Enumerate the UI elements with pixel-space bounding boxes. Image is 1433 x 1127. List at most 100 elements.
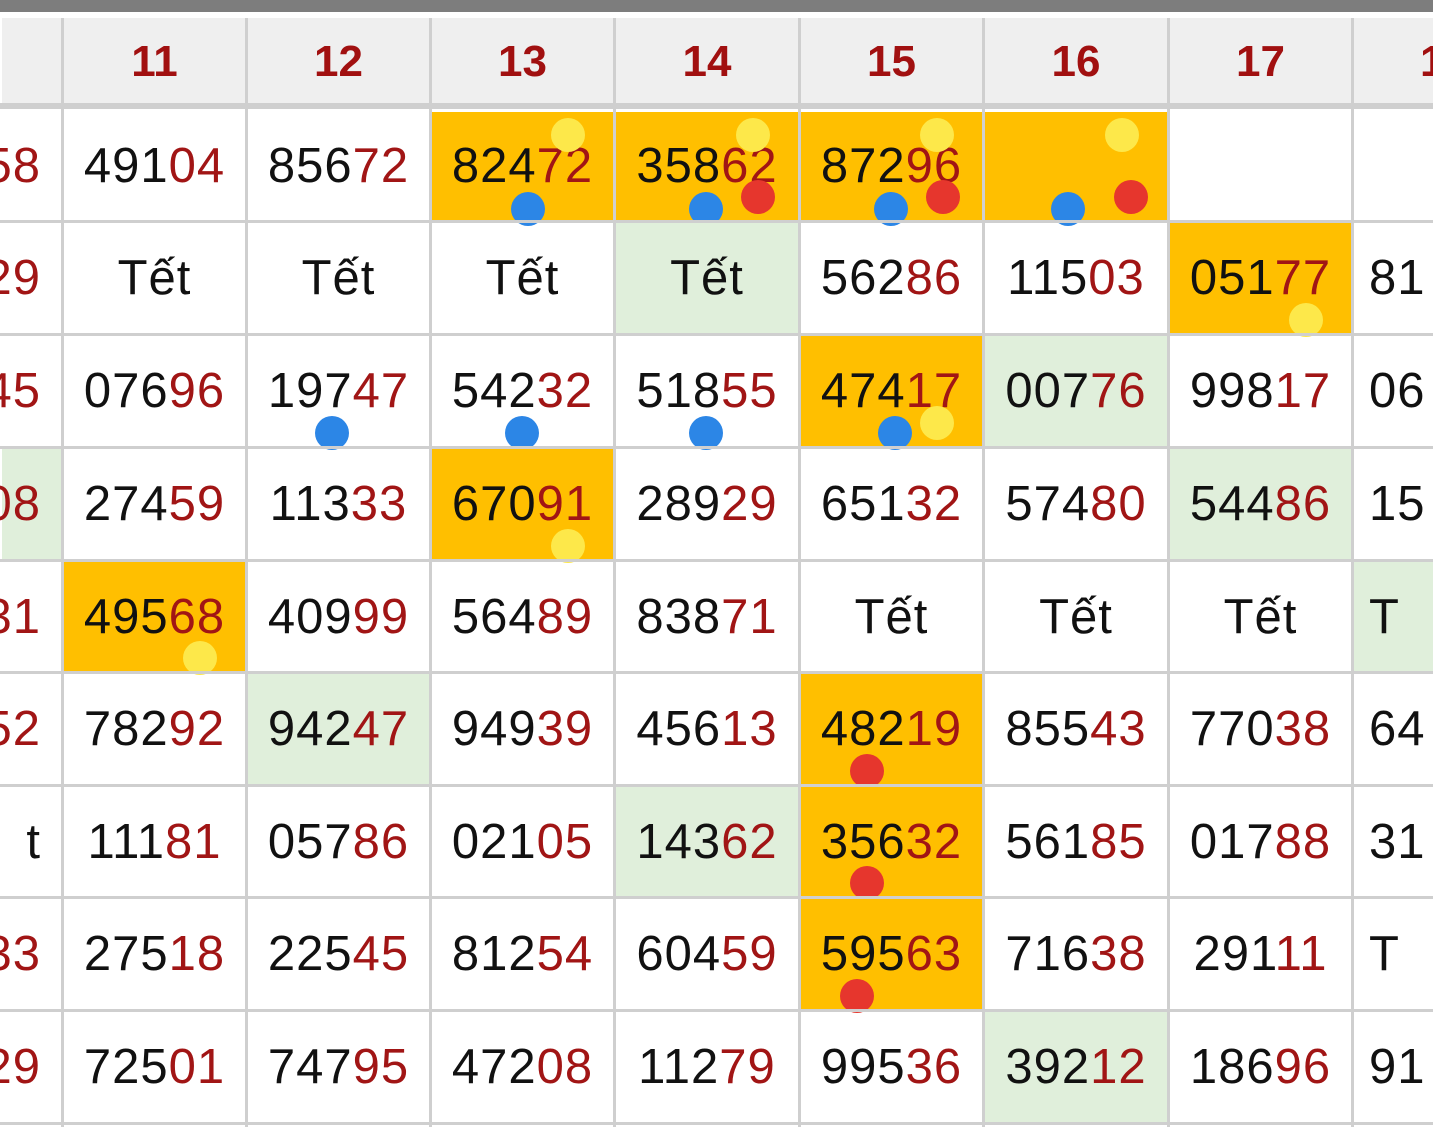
trailing-digits: 31 xyxy=(0,589,41,644)
result-number: 72501 xyxy=(84,1039,225,1095)
leading-digits: 856 xyxy=(267,139,353,193)
leading-digits: Tết xyxy=(301,251,376,305)
yellow-marker-dot xyxy=(920,118,954,152)
red-marker-dot xyxy=(741,180,775,214)
leading-digits: 998 xyxy=(1189,364,1275,418)
result-cell: 19747 xyxy=(248,336,429,450)
grid-line-vertical xyxy=(1167,18,1170,1127)
result-cell: 48219 xyxy=(801,674,982,788)
result-number: 33 xyxy=(0,926,41,982)
trailing-digits: 05 xyxy=(536,814,594,869)
result-cell: 49568 xyxy=(64,562,245,675)
column-header-label: 15 xyxy=(867,36,916,86)
result-number: Tết xyxy=(118,250,192,306)
trailing-digits: 29 xyxy=(0,1040,41,1094)
leading-digits: 197 xyxy=(267,364,353,418)
result-cell xyxy=(1354,112,1433,220)
grid-line-horizontal xyxy=(0,103,1433,109)
leading-digits: Tết xyxy=(854,589,929,644)
result-number: 65132 xyxy=(821,476,962,532)
result-number: 85543 xyxy=(1005,701,1146,757)
result-number: 01788 xyxy=(1190,814,1331,870)
leading-digits: 274 xyxy=(83,477,169,531)
result-cell: 14362 xyxy=(616,787,798,896)
yellow-marker-dot xyxy=(736,118,770,152)
trailing-digits: 86 xyxy=(1274,477,1332,531)
result-cell: Tết xyxy=(432,223,613,333)
red-marker-dot xyxy=(1114,180,1148,214)
column-header-3: 13 xyxy=(432,18,613,105)
result-number: 48219 xyxy=(821,701,962,757)
grid-line-horizontal xyxy=(0,1009,1433,1012)
trailing-digits: 33 xyxy=(350,477,408,531)
result-number: 11181 xyxy=(88,814,222,870)
leading-digits: 31 xyxy=(1369,814,1426,869)
result-number: 54232 xyxy=(452,363,593,419)
result-number: 83871 xyxy=(636,589,777,645)
result-cell: Tết xyxy=(64,223,245,333)
trailing-digits: 96 xyxy=(168,364,226,418)
leading-digits: 562 xyxy=(820,251,906,305)
trailing-digits: 32 xyxy=(905,477,963,531)
trailing-digits: 47 xyxy=(352,702,410,756)
result-cell: t xyxy=(2,787,61,896)
result-number: 81 xyxy=(1369,250,1426,306)
leading-digits: 007 xyxy=(1005,364,1091,418)
result-number: Tết xyxy=(670,250,744,306)
trailing-digits: 11 xyxy=(1274,927,1328,981)
result-number: 99536 xyxy=(821,1039,962,1095)
leading-digits: 186 xyxy=(1189,1040,1275,1094)
grid-line-horizontal xyxy=(0,220,1433,223)
result-number: T xyxy=(1369,926,1400,982)
result-number: t xyxy=(26,814,41,870)
trailing-digits: 96 xyxy=(1274,1040,1332,1094)
result-cell: 05177 xyxy=(1170,223,1351,337)
trailing-digits: 45 xyxy=(352,927,410,981)
leading-digits: 15 xyxy=(1369,477,1426,531)
yellow-marker-dot xyxy=(1289,303,1323,337)
leading-digits: Tết xyxy=(117,251,192,305)
result-cell: 07696 xyxy=(64,336,245,446)
result-cell: 31 xyxy=(0,562,61,671)
result-cell: 49104 xyxy=(64,112,245,220)
leading-digits: 782 xyxy=(83,702,169,756)
result-cell: T xyxy=(1354,562,1433,671)
leading-digits: 725 xyxy=(83,1040,169,1094)
leading-digits: Tết xyxy=(1223,589,1298,644)
result-cell: 99536 xyxy=(801,1012,982,1122)
leading-digits: 670 xyxy=(451,477,537,531)
result-cell: 82472 xyxy=(432,112,613,226)
grid-line-vertical xyxy=(245,18,248,1127)
result-number: 29111 xyxy=(1194,926,1328,982)
result-number: 05786 xyxy=(268,814,409,870)
result-cell: Tết xyxy=(616,223,798,333)
column-header-7: 17 xyxy=(1170,18,1351,105)
result-cell: 47208 xyxy=(432,1012,613,1122)
result-number: 02105 xyxy=(452,814,593,870)
result-cell: 85543 xyxy=(985,674,1167,784)
result-cell: 59563 xyxy=(801,899,982,1013)
result-number: 91 xyxy=(1369,1039,1426,1095)
result-number: 81254 xyxy=(452,926,593,982)
result-number: 56185 xyxy=(1005,814,1146,870)
result-cell: 05786 xyxy=(248,787,429,896)
leading-digits: Tết xyxy=(485,251,560,305)
result-number: Tết xyxy=(1224,589,1298,645)
column-header-label: 14 xyxy=(682,36,732,86)
result-number: Tết xyxy=(302,250,376,306)
leading-digits: 824 xyxy=(451,139,537,193)
result-cell: 81 xyxy=(1354,223,1433,333)
result-cell: 94247 xyxy=(248,674,429,784)
result-cell: 27518 xyxy=(64,899,245,1009)
red-marker-dot xyxy=(925,180,960,214)
result-number: 56489 xyxy=(452,589,593,645)
result-number: Tết xyxy=(855,589,929,645)
leading-digits: 076 xyxy=(83,364,169,418)
result-cell: 54486 xyxy=(1170,449,1351,559)
result-number: 29 xyxy=(0,1039,41,1095)
leading-digits: 482 xyxy=(820,702,906,756)
result-cell: 87296 xyxy=(801,112,982,226)
result-number: 57480 xyxy=(1005,476,1146,532)
result-number: 45613 xyxy=(636,701,777,757)
trailing-digits: 95 xyxy=(352,1040,410,1094)
